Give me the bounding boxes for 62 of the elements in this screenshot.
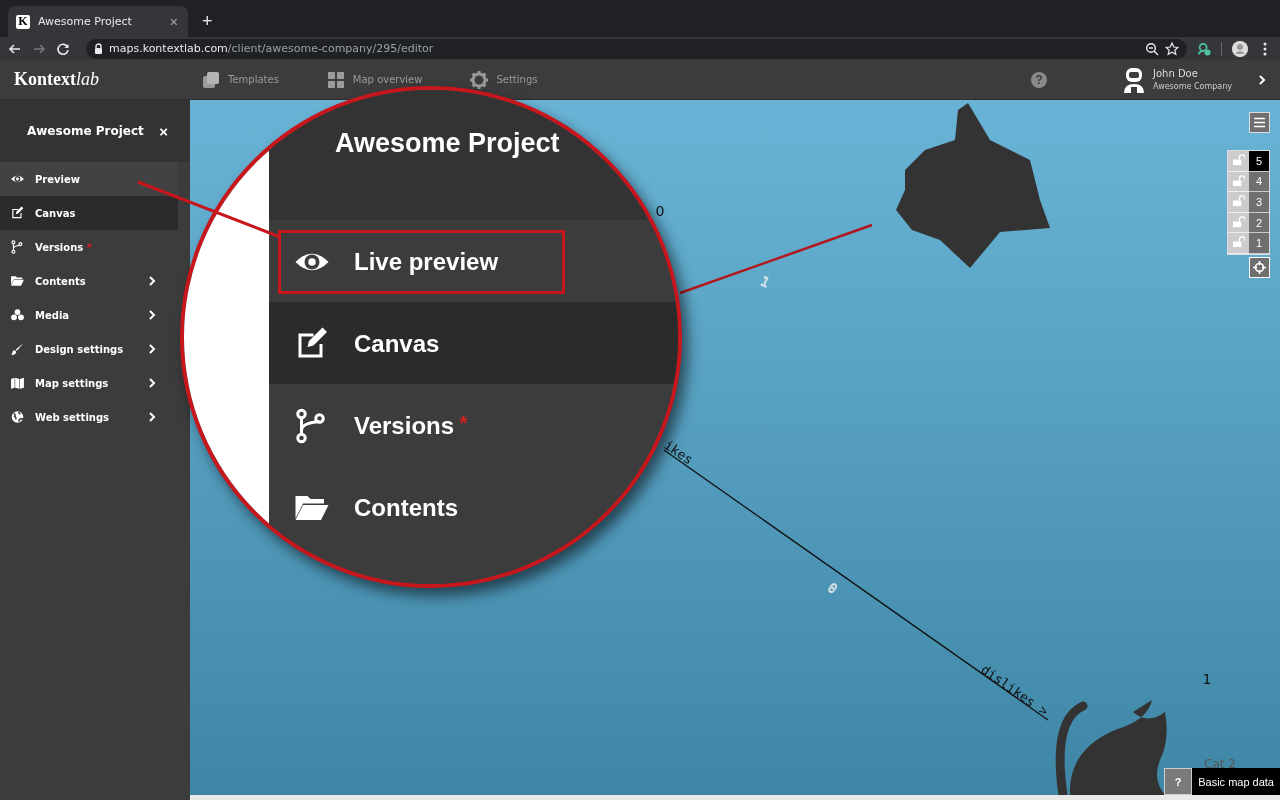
nav-link[interactable]: Templates [202,70,279,89]
globe-icon [9,410,26,424]
map-icon [9,376,26,390]
logo: Kontextlab [14,69,100,90]
crosshair-icon[interactable] [1249,257,1270,278]
sidebar-item[interactable]: Design settings [0,332,178,366]
extension-icon[interactable] [1197,41,1211,56]
templates-icon [202,70,220,89]
edge-count: 0 [825,579,841,597]
favicon: K [16,14,30,29]
robot-avatar-icon [1123,66,1145,93]
layer-button[interactable]: 3 [1249,192,1269,213]
tab-title: Awesome Project [38,15,133,28]
chevron-icon [1258,74,1266,85]
sidebar-item[interactable]: Live preview [278,230,565,294]
profile-avatar-icon[interactable] [1232,40,1248,57]
menu-icon[interactable] [1249,112,1270,133]
sidebar-item[interactable]: Canvas [0,196,178,230]
sidebar-item[interactable]: Contents [0,264,178,298]
company-name: Awesome Company [1153,82,1232,91]
close-button[interactable]: × [159,122,168,140]
zoom-out-icon[interactable] [1145,41,1159,56]
folder-icon [9,274,26,288]
nav-link[interactable]: Map overview [326,70,423,89]
user-name: John Doe [1153,68,1199,79]
edge-count: 1 [758,273,772,291]
sidebar-item[interactable]: Contents [278,476,565,540]
layer-button[interactable]: 5 [1249,151,1269,172]
cat-drawing[interactable] [1055,700,1167,795]
lock-icon [94,43,103,54]
count-label: 1 [1202,671,1212,687]
tab-close-button[interactable]: × [167,13,180,30]
basic-map-data-button[interactable]: Basic map data [1192,768,1280,795]
layer-button[interactable]: 1 [1249,233,1269,254]
cat-head-drawing[interactable] [896,103,1050,268]
sidebar-item[interactable]: Web settings [0,400,178,434]
settings-icon [470,70,489,89]
sidebar-item[interactable]: Media [0,298,178,332]
edit-icon [9,206,26,220]
reload-icon[interactable] [56,41,70,56]
sidebar-item[interactable]: Preview [0,162,178,196]
project-title: Awesome Project [27,124,144,138]
address-bar[interactable]: maps.kontextlab.com/client/awesome-company/295/editor [86,38,1187,59]
layer-button[interactable]: 4 [1249,171,1269,193]
project-title: Awesome Project [335,128,560,158]
layer-button[interactable]: 2 [1249,212,1269,234]
sidebar-item[interactable]: Versions * [278,394,565,458]
sidebar-item[interactable]: Canvas [278,312,565,376]
back-icon[interactable] [8,41,22,56]
count-label: 0 [655,203,665,219]
new-tab-button[interactable]: + [198,11,217,32]
edge-line[interactable] [679,223,873,295]
node-title: Cat 2 [1204,757,1236,771]
sidebar-item[interactable]: Map settings [0,366,178,400]
star-icon[interactable] [1165,41,1179,56]
circles-icon [9,308,26,322]
browser-tab[interactable]: K Awesome Project × [8,6,188,37]
nav-link[interactable]: Settings [470,70,538,89]
sidebar-item[interactable]: Versions * [0,230,178,264]
url-text: maps.kontextlab.com/client/awesome-company/295/editor [109,42,434,55]
grid-icon [326,70,345,89]
help-button[interactable]: ? [1164,768,1193,795]
